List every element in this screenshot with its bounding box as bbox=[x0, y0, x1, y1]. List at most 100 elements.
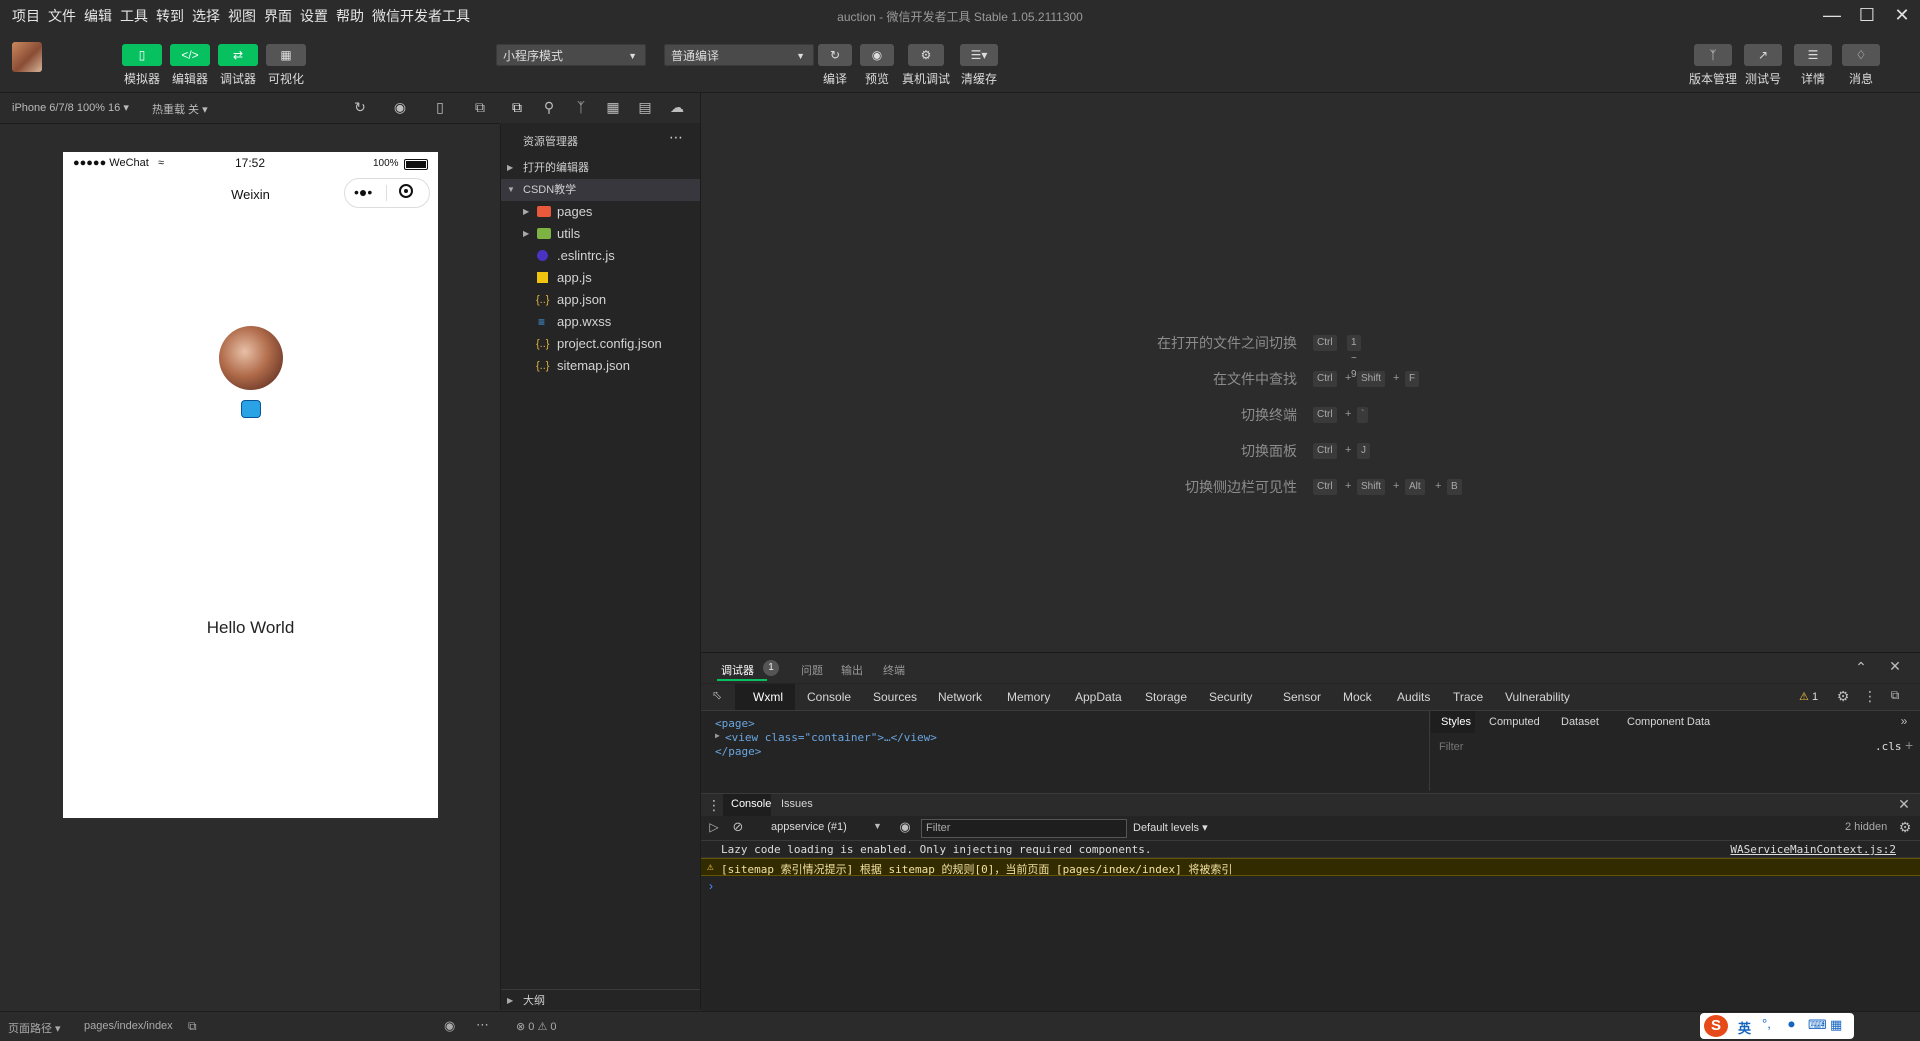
maximize-icon[interactable]: ☐ bbox=[1855, 4, 1879, 26]
tab-problems[interactable]: 问题 bbox=[801, 662, 823, 678]
compile-select[interactable]: 普通编译 ▼ bbox=[664, 44, 814, 66]
tab-sensor[interactable]: Sensor bbox=[1283, 690, 1321, 704]
gear-icon[interactable]: ⚙ bbox=[1897, 819, 1913, 836]
kebab-icon[interactable]: ⋮ bbox=[1863, 688, 1877, 705]
branch-icon[interactable]: ᛉ bbox=[573, 99, 589, 115]
undock-icon[interactable]: ⧉ bbox=[1887, 688, 1903, 703]
copy-icon[interactable]: ⧉ bbox=[188, 1019, 197, 1034]
tab-console-drawer[interactable]: Console bbox=[731, 798, 771, 810]
ime-lang[interactable]: 英 bbox=[1738, 1018, 1751, 1037]
tree-item-app-js[interactable]: app.js bbox=[501, 267, 700, 289]
problems-count[interactable]: ⊗ 0 ⚠ 0 bbox=[516, 1020, 556, 1033]
close-icon[interactable]: ✕ bbox=[1897, 796, 1911, 813]
tree-item-sitemap[interactable]: {..} sitemap.json bbox=[501, 355, 700, 377]
cls-toggle[interactable]: .cls bbox=[1875, 740, 1902, 753]
minimize-icon[interactable]: — bbox=[1820, 4, 1844, 26]
mode-select[interactable]: 小程序模式 ▼ bbox=[496, 44, 646, 66]
tab-mock[interactable]: Mock bbox=[1343, 690, 1372, 704]
details-button[interactable]: ☰ bbox=[1794, 44, 1832, 66]
more-icon[interactable]: ⋯ bbox=[669, 129, 683, 146]
tree-item-app-json[interactable]: {..} app.json bbox=[501, 289, 700, 311]
tree-item-eslintrc[interactable]: .eslintrc.js bbox=[501, 245, 700, 267]
microphone-icon[interactable]: ⚫ bbox=[1786, 1017, 1797, 1033]
test-button[interactable]: ↗ bbox=[1744, 44, 1782, 66]
tab-styles[interactable]: Styles bbox=[1441, 716, 1471, 728]
extensions-icon[interactable]: ▦ bbox=[605, 99, 621, 116]
visual-button[interactable]: ▦ bbox=[266, 44, 306, 66]
tab-sources[interactable]: Sources bbox=[873, 690, 917, 704]
close-icon[interactable]: ✕ bbox=[1887, 658, 1903, 675]
remote-debug-button[interactable]: ⚙ bbox=[908, 44, 944, 66]
tab-computed[interactable]: Computed bbox=[1489, 716, 1540, 728]
page-path-select[interactable]: 页面路径 ▾ bbox=[8, 1020, 61, 1036]
levels-select[interactable]: Default levels ▾ bbox=[1133, 821, 1208, 834]
grid-icon[interactable]: ▦ bbox=[1830, 1017, 1842, 1033]
files-icon[interactable]: ⧉ bbox=[509, 99, 525, 116]
device-select[interactable]: iPhone 6/7/8 100% 16 ▾ bbox=[12, 101, 129, 114]
clear-icon[interactable]: ⊘ bbox=[731, 819, 745, 835]
console-filter-input[interactable]: Filter bbox=[921, 819, 1127, 838]
tab-terminal[interactable]: 终端 bbox=[883, 662, 905, 678]
warning-icon[interactable]: ⚠ bbox=[1799, 690, 1809, 703]
chevron-right-icon[interactable]: ▶ bbox=[715, 731, 720, 740]
tab-memory[interactable]: Memory bbox=[1007, 690, 1050, 704]
refresh-icon[interactable]: ↻ bbox=[352, 99, 368, 116]
tree-item-app-wxss[interactable]: ≡ app.wxss bbox=[501, 311, 700, 333]
eye-icon[interactable]: ◉ bbox=[897, 819, 913, 835]
punctuation-icon[interactable]: °, bbox=[1762, 1016, 1771, 1031]
console-source-link[interactable]: WAServiceMainContext.js:2 bbox=[1730, 843, 1896, 856]
record-icon[interactable]: ◉ bbox=[392, 99, 408, 116]
tab-appdata[interactable]: AppData bbox=[1075, 690, 1122, 704]
outline-section[interactable]: ▶ 大纲 bbox=[501, 989, 700, 1012]
version-button[interactable]: ᛉ bbox=[1694, 44, 1732, 66]
tab-wxml[interactable]: Wxml bbox=[753, 690, 783, 704]
tab-output[interactable]: 输出 bbox=[841, 662, 863, 678]
messages-button[interactable]: ♢ bbox=[1842, 44, 1880, 66]
chevron-up-icon[interactable]: ⌃ bbox=[1853, 659, 1869, 676]
keyboard-icon[interactable]: ⌨ bbox=[1808, 1017, 1827, 1033]
chevron-double-right-icon[interactable]: » bbox=[1897, 714, 1911, 728]
close-circle-icon[interactable] bbox=[399, 184, 413, 198]
popout-icon[interactable]: ⧉ bbox=[472, 99, 488, 116]
preview-button[interactable]: ◉ bbox=[860, 44, 894, 66]
search-icon[interactable]: ⚲ bbox=[541, 99, 557, 116]
plus-icon[interactable]: + bbox=[1905, 737, 1913, 753]
phone-icon[interactable]: ▯ bbox=[432, 99, 448, 116]
project-section[interactable]: ▼ CSDN教学 bbox=[501, 179, 700, 201]
tree-item-project-config[interactable]: {..} project.config.json bbox=[501, 333, 700, 355]
sogou-logo-icon[interactable]: S bbox=[1704, 1015, 1728, 1037]
tab-audits[interactable]: Audits bbox=[1397, 690, 1430, 704]
context-select[interactable]: appservice (#1) bbox=[771, 821, 847, 833]
styles-filter-input[interactable] bbox=[1437, 737, 1741, 757]
debugger-button[interactable]: ⇄ bbox=[218, 44, 258, 66]
tab-network[interactable]: Network bbox=[938, 690, 982, 704]
tab-security[interactable]: Security bbox=[1209, 690, 1252, 704]
sidebar-toggle-icon[interactable]: ▷ bbox=[707, 820, 721, 834]
chevron-down-icon[interactable]: ▼ bbox=[873, 821, 882, 831]
simulator-button[interactable]: ▯ bbox=[122, 44, 162, 66]
kebab-icon[interactable]: ⋮ bbox=[707, 797, 721, 814]
console-prompt-icon[interactable]: › bbox=[709, 879, 713, 893]
wxml-line[interactable]: <view class="container">…</view> bbox=[725, 731, 937, 744]
hot-reload-select[interactable]: 热重载 关 ▾ bbox=[152, 101, 208, 117]
tab-dataset[interactable]: Dataset bbox=[1561, 716, 1599, 728]
tree-item-pages[interactable]: ▶ pages bbox=[501, 201, 700, 223]
tab-vulnerability[interactable]: Vulnerability bbox=[1505, 690, 1570, 704]
tab-console[interactable]: Console bbox=[807, 690, 851, 704]
more-icon[interactable]: ⋯ bbox=[476, 1017, 489, 1033]
clear-cache-button[interactable]: ☰▾ bbox=[960, 44, 998, 66]
inspect-icon[interactable]: ⬁ bbox=[709, 688, 725, 702]
tree-item-utils[interactable]: ▶ utils bbox=[501, 223, 700, 245]
docker-icon[interactable]: ☁ bbox=[669, 99, 685, 116]
tab-trace[interactable]: Trace bbox=[1453, 690, 1483, 704]
wxml-line[interactable]: </page> bbox=[715, 745, 761, 758]
close-icon[interactable]: ✕ bbox=[1890, 4, 1914, 26]
tab-issues[interactable]: Issues bbox=[781, 798, 813, 810]
eye-icon[interactable]: ◉ bbox=[444, 1018, 455, 1034]
tab-storage[interactable]: Storage bbox=[1145, 690, 1187, 704]
open-editors-section[interactable]: ▶ 打开的编辑器 bbox=[501, 157, 700, 179]
editor-button[interactable]: </> bbox=[170, 44, 210, 66]
storage-icon[interactable]: ▤ bbox=[637, 99, 653, 116]
more-icon[interactable]: •●• bbox=[354, 184, 372, 200]
avatar[interactable] bbox=[12, 42, 42, 72]
